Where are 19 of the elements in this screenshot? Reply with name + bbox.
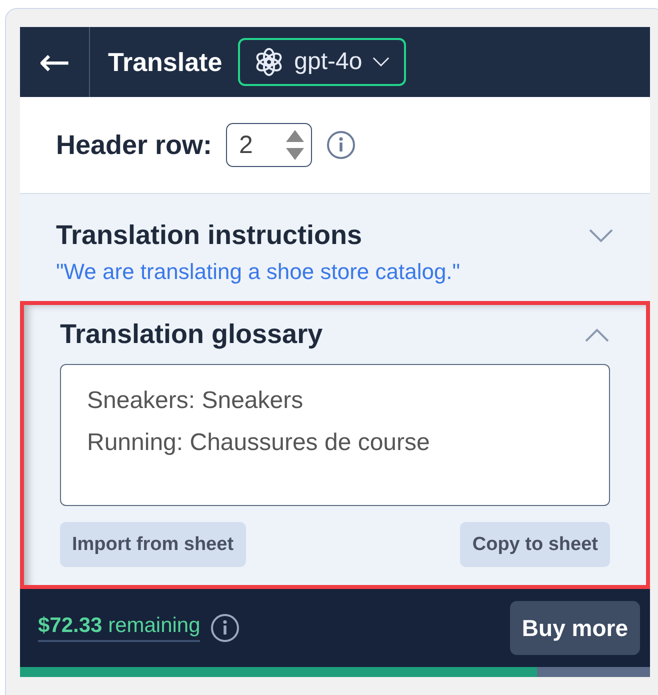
glossary-field[interactable]: Sneakers: Sneakers Running: Chaussures de course — [60, 364, 610, 506]
spinner-icon[interactable] — [285, 128, 306, 162]
number-field[interactable]: 2 — [226, 123, 312, 167]
balance-link[interactable]: $72.33 remaining — [38, 614, 200, 642]
header-row-label: Header row: — [56, 130, 212, 160]
copy-button[interactable]: Copy to sheet — [460, 522, 610, 567]
import-button[interactable]: Import from sheet — [60, 522, 246, 567]
knot-logo-icon — [254, 47, 284, 77]
glossary-entry: Running: Chaussures de course — [87, 429, 431, 457]
section-title: Translation instructions — [56, 220, 362, 251]
buy-more-button[interactable]: Buy more — [510, 601, 640, 655]
instructions-text: "We are translating a shoe store catalog." — [56, 259, 462, 285]
section-title: Translation glossary — [60, 319, 323, 350]
info-icon[interactable] — [210, 613, 240, 643]
window-title: Translate — [108, 46, 222, 78]
info-icon[interactable] — [326, 130, 356, 160]
chevron-up-icon[interactable] — [584, 326, 610, 342]
glossary-entry: Sneakers: Sneakers — [87, 387, 304, 415]
model-dropdown[interactable]: gpt-4o — [238, 38, 406, 86]
